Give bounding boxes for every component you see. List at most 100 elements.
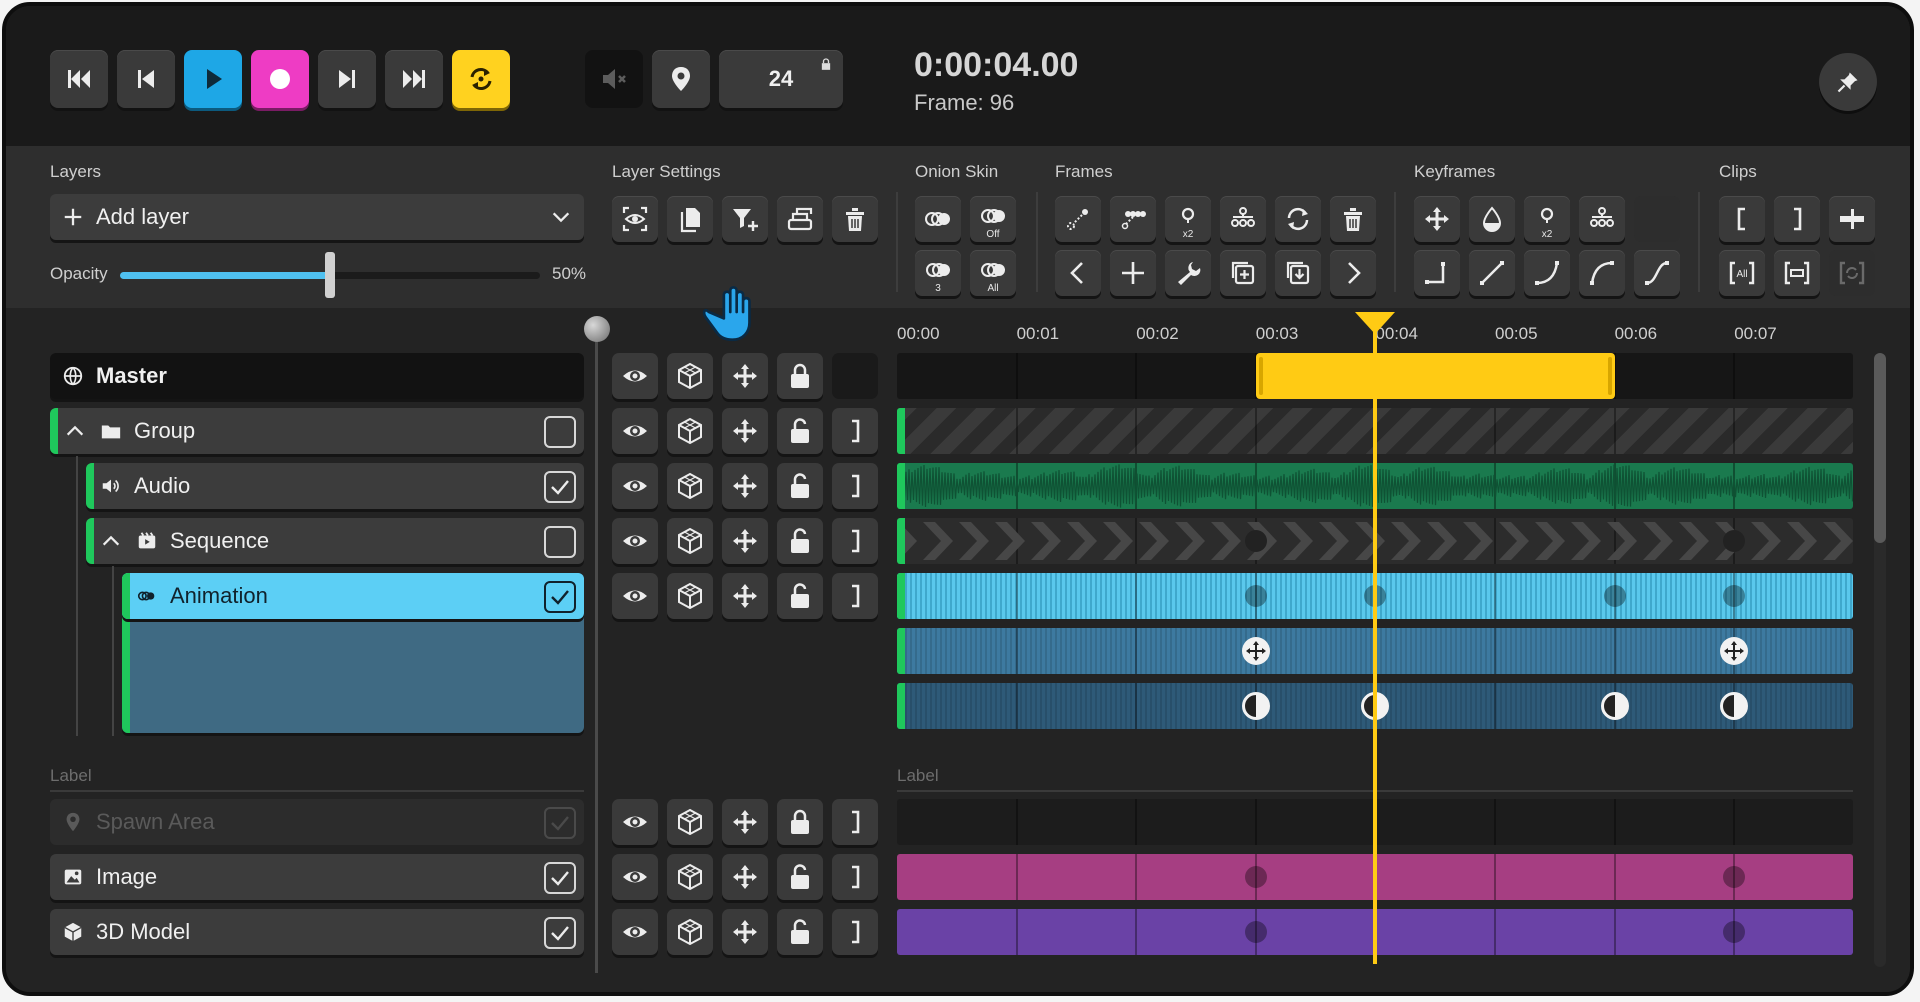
vertical-scrollbar[interactable] — [1874, 353, 1886, 967]
keyframe-marker[interactable] — [1244, 921, 1267, 943]
duplicate-layer-button[interactable] — [667, 196, 713, 242]
transform-toggle-button[interactable] — [722, 799, 768, 845]
transform-toggle-button[interactable] — [722, 463, 768, 509]
layer-3d-model-checkbox[interactable] — [544, 917, 576, 949]
next-frame-tool-button[interactable] — [1330, 250, 1376, 296]
add-layer-dropdown[interactable]: Add layer — [50, 194, 584, 240]
mute-button[interactable] — [585, 50, 643, 108]
clip-in-button[interactable] — [1719, 196, 1765, 242]
keyframe-marker[interactable] — [1244, 866, 1267, 888]
keyframe-marker[interactable] — [1244, 530, 1267, 552]
work-area-end-handle[interactable] — [1607, 357, 1612, 395]
visibility-toggle-button[interactable] — [612, 353, 658, 399]
work-area-bar[interactable] — [1255, 353, 1615, 399]
clip-loop-button[interactable] — [1829, 250, 1875, 296]
filter-add-button[interactable] — [722, 196, 768, 242]
opacity-slider-thumb[interactable] — [325, 252, 335, 298]
layer-audio-checkbox[interactable] — [544, 471, 576, 503]
previous-frame-tool-button[interactable] — [1055, 250, 1101, 296]
keyframe-opacity-marker[interactable] — [1600, 692, 1629, 720]
render-toggle-button[interactable] — [667, 573, 713, 619]
render-toggle-button[interactable] — [667, 854, 713, 900]
clip-bracket-toggle-button[interactable] — [832, 518, 878, 564]
transform-toggle-button[interactable] — [722, 518, 768, 564]
onion-skin-off-button[interactable]: Off — [970, 196, 1016, 242]
frame-tools-button[interactable] — [1165, 250, 1211, 296]
transform-toggle-button[interactable] — [722, 353, 768, 399]
keyframe-double-button[interactable]: x2 — [1524, 196, 1570, 242]
skip-to-end-button[interactable] — [385, 50, 443, 108]
spread-frames-button[interactable] — [1220, 196, 1266, 242]
loop-button[interactable] — [452, 50, 510, 108]
delete-layer-button[interactable] — [832, 196, 878, 242]
clip-bracket-toggle-button[interactable] — [832, 408, 878, 454]
keyframe-move-marker[interactable] — [1241, 637, 1270, 665]
layer-animation[interactable]: Animation — [122, 573, 584, 619]
lock-toggle-button[interactable] — [777, 799, 823, 845]
onion-skin-toggle-button[interactable] — [915, 196, 961, 242]
pin-button[interactable] — [1819, 53, 1877, 111]
lock-toggle-button[interactable] — [777, 353, 823, 399]
focus-layer-button[interactable] — [612, 196, 658, 242]
clip-fit-button[interactable] — [1774, 250, 1820, 296]
keyframe-marker[interactable] — [1723, 921, 1746, 943]
chevron-up-icon[interactable] — [100, 530, 122, 552]
clip-bracket-toggle-button[interactable] — [832, 463, 878, 509]
transform-toggle-button[interactable] — [722, 909, 768, 955]
next-frame-button[interactable] — [318, 50, 376, 108]
render-toggle-button[interactable] — [667, 799, 713, 845]
clip-bracket-toggle-button[interactable] — [832, 909, 878, 955]
ease-step-button[interactable] — [1414, 250, 1460, 296]
ease-out-button[interactable] — [1579, 250, 1625, 296]
lock-toggle-button[interactable] — [777, 518, 823, 564]
panel-divider-handle[interactable] — [584, 316, 610, 342]
ease-in-out-button[interactable] — [1634, 250, 1680, 296]
onion-skin-three-button[interactable]: 3 — [915, 250, 961, 296]
keyframe-marker[interactable] — [1244, 585, 1267, 607]
previous-frame-button[interactable] — [117, 50, 175, 108]
playhead-handle-icon[interactable] — [1353, 310, 1397, 336]
multi-frame-button[interactable] — [1110, 196, 1156, 242]
keyframe-spread-button[interactable] — [1579, 196, 1625, 242]
visibility-toggle-button[interactable] — [612, 408, 658, 454]
record-button[interactable] — [251, 50, 309, 108]
layer-spawn-area[interactable]: Spawn Area — [50, 799, 584, 845]
lock-toggle-button[interactable] — [777, 909, 823, 955]
fps-field[interactable]: 24 — [719, 50, 843, 108]
layer-group-checkbox[interactable] — [544, 416, 576, 448]
clip-bracket-toggle-button[interactable] — [832, 573, 878, 619]
double-frame-button[interactable]: x2 — [1165, 196, 1211, 242]
keyframe-marker[interactable] — [1723, 866, 1746, 888]
import-frame-button[interactable] — [1275, 250, 1321, 296]
layer-audio[interactable]: Audio — [86, 463, 584, 509]
visibility-toggle-button[interactable] — [612, 573, 658, 619]
layer-master[interactable]: Master — [50, 353, 584, 399]
layer-sequence-checkbox[interactable] — [544, 526, 576, 558]
onion-skin-all-button[interactable]: All — [970, 250, 1016, 296]
clip-bracket-toggle-button[interactable] — [832, 854, 878, 900]
render-toggle-button[interactable] — [667, 463, 713, 509]
clip-out-button[interactable] — [1774, 196, 1820, 242]
visibility-toggle-button[interactable] — [612, 799, 658, 845]
ease-in-button[interactable] — [1524, 250, 1570, 296]
refresh-frames-button[interactable] — [1275, 196, 1321, 242]
layer-spawn-area-checkbox[interactable] — [544, 807, 576, 839]
render-toggle-button[interactable] — [667, 353, 713, 399]
layer-group[interactable]: Group — [50, 408, 584, 454]
keyframe-opacity-button[interactable] — [1469, 196, 1515, 242]
clip-select-all-button[interactable]: All — [1719, 250, 1765, 296]
keyframe-opacity-marker[interactable] — [1241, 692, 1270, 720]
lock-toggle-button[interactable] — [777, 573, 823, 619]
transform-toggle-button[interactable] — [722, 854, 768, 900]
layer-properties-button[interactable] — [777, 196, 823, 242]
delete-frame-button[interactable] — [1330, 196, 1376, 242]
chevron-up-icon[interactable] — [64, 420, 86, 442]
keyframe-move-button[interactable] — [1414, 196, 1460, 242]
marker-button[interactable] — [652, 50, 710, 108]
visibility-toggle-button[interactable] — [612, 463, 658, 509]
visibility-toggle-button[interactable] — [612, 909, 658, 955]
transform-toggle-button[interactable] — [722, 573, 768, 619]
skip-to-start-button[interactable] — [50, 50, 108, 108]
ease-linear-button[interactable] — [1469, 250, 1515, 296]
transform-toggle-button[interactable] — [722, 408, 768, 454]
